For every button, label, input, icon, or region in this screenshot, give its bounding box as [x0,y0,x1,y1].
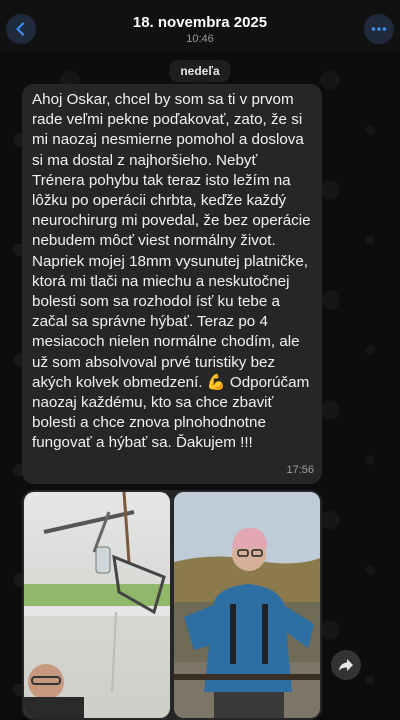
photo-album[interactable] [22,490,322,720]
message-time: 17:56 [286,464,314,476]
photo-hiker-outdoors[interactable] [174,492,320,718]
chat-subtitle: 10:46 [186,33,214,45]
hospital-photo-illustration [24,492,170,718]
forward-arrow-icon [339,659,353,671]
more-horizontal-icon [371,27,387,31]
hiker-photo-illustration [174,492,320,718]
message-text: Ahoj Oskar, chcel by som sa ti v prvom r… [32,91,311,452]
more-button[interactable] [364,14,394,44]
message-bubble[interactable]: Ahoj Oskar, chcel by som sa ti v prvom r… [22,84,322,484]
chat-title: 18. novembra 2025 [132,14,268,31]
forward-button[interactable] [331,650,361,680]
day-separator: nedeľa [169,60,231,82]
photo-hospital-room[interactable] [24,492,170,718]
chat-header: 18. novembra 2025 10:46 [0,0,400,52]
